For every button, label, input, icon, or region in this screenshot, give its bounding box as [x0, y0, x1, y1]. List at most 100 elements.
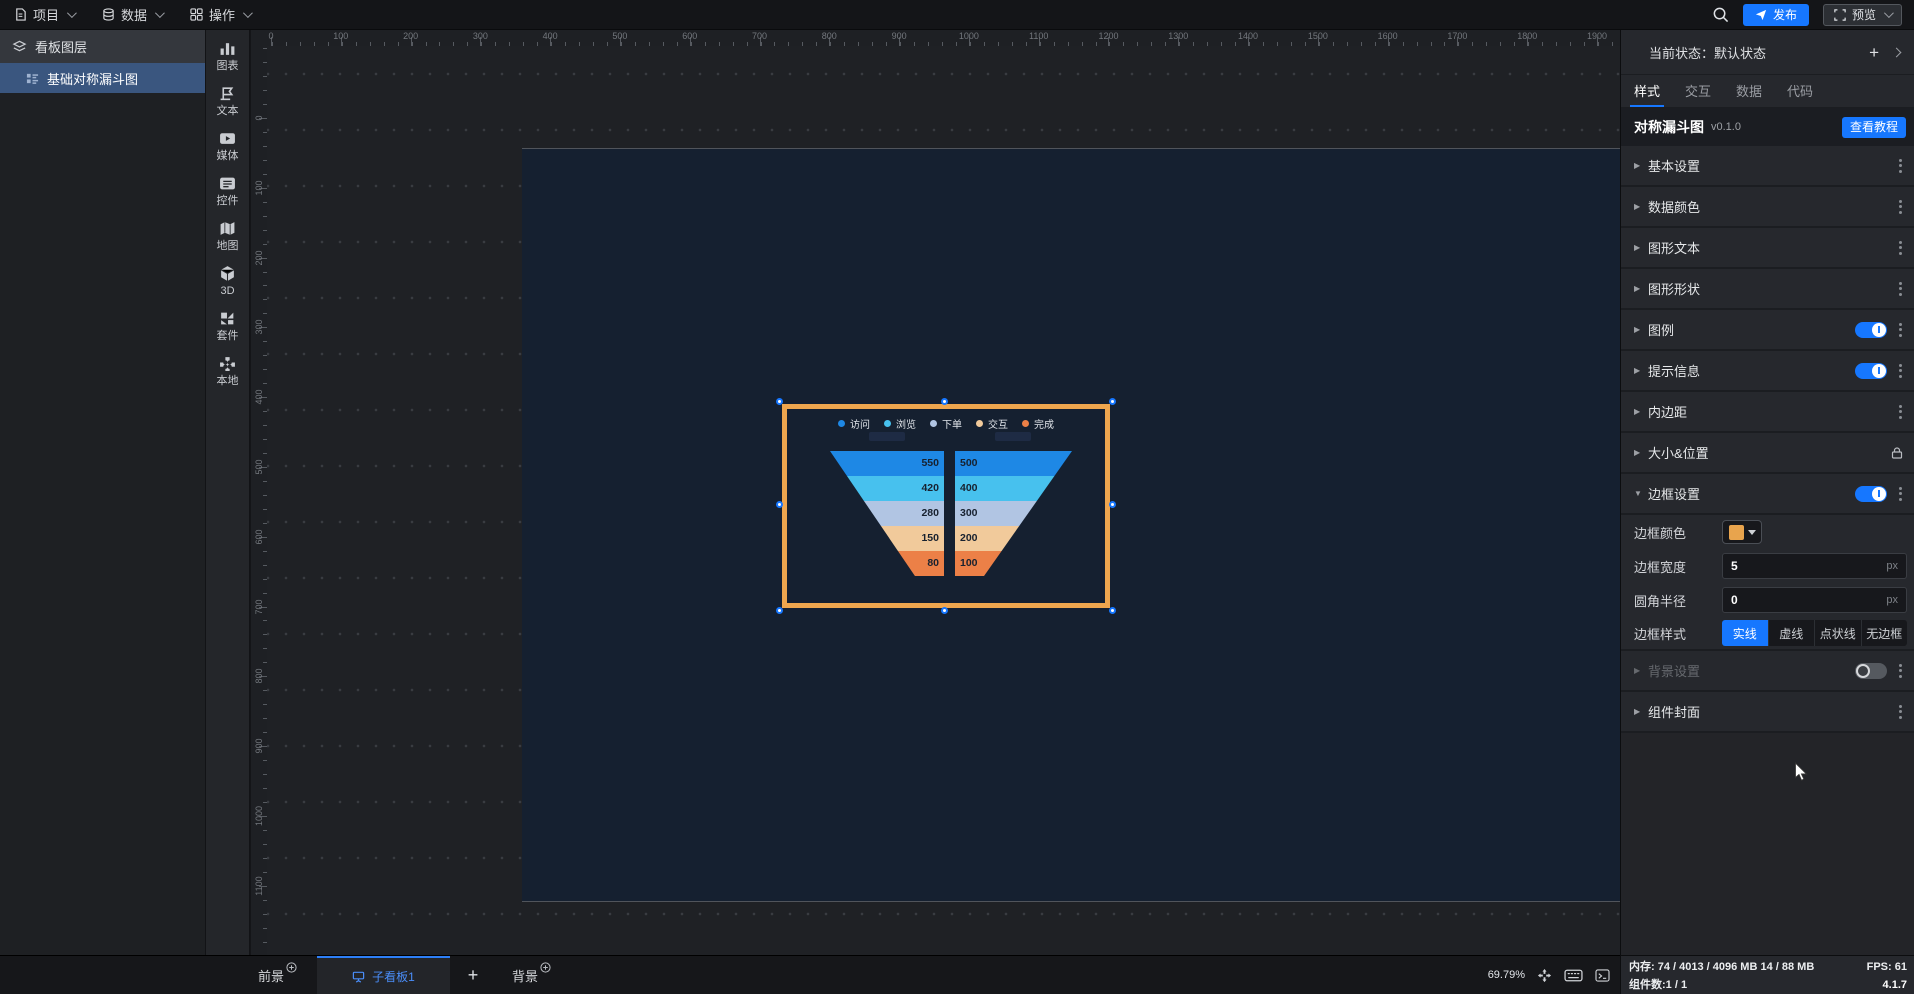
more-options-icon[interactable]	[1897, 239, 1904, 257]
tab-sub-board-1[interactable]: 子看板1	[317, 956, 451, 994]
fit-to-screen-icon[interactable]	[1537, 968, 1552, 983]
add-state-button[interactable]: +	[1869, 44, 1879, 61]
ruler-label: 500	[612, 31, 628, 41]
menu-数据[interactable]: 数据	[88, 0, 176, 30]
toggle-提示信息[interactable]	[1855, 362, 1887, 379]
add-board-button[interactable]: +	[460, 965, 486, 986]
tab-代码[interactable]: 代码	[1787, 81, 1813, 106]
console-icon[interactable]	[1595, 968, 1610, 982]
corner-radius-input[interactable]: 0 px	[1722, 587, 1907, 613]
toggle-背景设置[interactable]	[1855, 662, 1887, 679]
resize-handle-n[interactable]	[940, 398, 948, 405]
legend-item-浏览[interactable]: 浏览	[884, 416, 916, 431]
more-options-icon[interactable]	[1897, 403, 1904, 421]
resize-handle-e[interactable]	[1109, 500, 1116, 508]
toolbox-item-3D[interactable]: 3D	[205, 265, 250, 297]
border-width-input[interactable]: 5 px	[1722, 553, 1907, 579]
resize-handle-sw[interactable]	[776, 607, 783, 614]
section-图形文本[interactable]: ▶ 图形文本	[1621, 228, 1914, 269]
more-options-icon[interactable]	[1897, 485, 1904, 503]
resize-handle-ne[interactable]	[1109, 398, 1116, 405]
lock-icon[interactable]	[1890, 446, 1904, 460]
toolbox-item-文本[interactable]: 文本	[205, 85, 250, 117]
section-图例[interactable]: ▶ 图例	[1621, 310, 1914, 351]
toolbox-item-控件[interactable]: 控件	[205, 175, 250, 207]
preview-button[interactable]: 预览	[1822, 3, 1902, 26]
add-background-icon[interactable]	[540, 961, 551, 973]
border-style-点状线[interactable]: 点状线	[1815, 620, 1862, 646]
section-label: 背景设置	[1648, 664, 1701, 679]
section-图形形状[interactable]: ▶ 图形形状	[1621, 269, 1914, 310]
section-边框设置[interactable]: ▼ 边框设置	[1621, 474, 1914, 515]
ruler-tick	[263, 494, 267, 496]
toolbox-item-套件[interactable]: 套件	[205, 310, 250, 342]
toolbox-item-地图[interactable]: 地图	[205, 220, 250, 252]
section-大小&位置[interactable]: ▶ 大小&位置	[1621, 433, 1914, 474]
legend-item-完成[interactable]: 完成	[1022, 416, 1054, 431]
ruler-tick	[263, 941, 267, 943]
selected-funnel-component[interactable]: 访问 浏览 下单 交互 完成 550 420 280 150 80 500 400 300 200 10…	[776, 398, 1116, 614]
section-controls	[1890, 446, 1904, 460]
background-tab[interactable]: 背景	[512, 961, 551, 985]
border-style-虚线[interactable]: 虚线	[1769, 620, 1815, 646]
foreground-tab[interactable]: 前景	[258, 961, 297, 985]
ruler-tick	[1011, 42, 1013, 46]
more-options-icon[interactable]	[1897, 321, 1904, 339]
more-options-icon[interactable]	[1897, 198, 1904, 216]
border-style-实线[interactable]: 实线	[1722, 620, 1769, 646]
section-controls	[1855, 662, 1904, 680]
zoom-level[interactable]: 69.79%	[1488, 969, 1525, 981]
ruler-tick	[439, 42, 441, 46]
ruler-tick	[299, 42, 301, 46]
ruler-tick	[844, 42, 846, 46]
tab-样式[interactable]: 样式	[1629, 81, 1665, 107]
legend-item-下单[interactable]: 下单	[930, 416, 962, 431]
ruler-tick	[1514, 42, 1516, 46]
chevron-down-icon: ▼	[1634, 489, 1642, 498]
menu-项目[interactable]: 项目	[0, 0, 88, 30]
border-style-无边框[interactable]: 无边框	[1862, 620, 1908, 646]
add-foreground-icon[interactable]	[286, 961, 297, 973]
section-内边距[interactable]: ▶ 内边距	[1621, 392, 1914, 433]
ruler-tick	[495, 42, 497, 46]
toolbox-item-媒体[interactable]: 媒体	[205, 130, 250, 162]
resize-handle-w[interactable]	[776, 500, 783, 508]
ruler-tick	[263, 787, 267, 789]
toolbox-item-图表[interactable]: 图表	[205, 40, 250, 72]
ruler-tick	[397, 42, 399, 46]
resize-handle-nw[interactable]	[776, 398, 783, 405]
more-options-icon[interactable]	[1897, 157, 1904, 175]
publish-button[interactable]: 发布	[1742, 3, 1809, 26]
tab-数据[interactable]: 数据	[1736, 81, 1762, 106]
tutorial-button[interactable]: 查看教程	[1841, 116, 1906, 138]
resize-handle-s[interactable]	[940, 607, 948, 614]
toggle-边框设置[interactable]	[1855, 485, 1887, 502]
layer-item-funnel[interactable]: 基础对称漏斗图	[0, 63, 205, 93]
ruler-label: 100	[333, 31, 349, 41]
more-options-icon[interactable]	[1897, 362, 1904, 380]
more-options-icon[interactable]	[1897, 703, 1904, 721]
section-数据颜色[interactable]: ▶ 数据颜色	[1621, 187, 1914, 228]
menu-操作[interactable]: 操作	[176, 0, 264, 30]
more-options-icon[interactable]	[1897, 662, 1904, 680]
section-提示信息[interactable]: ▶ 提示信息	[1621, 351, 1914, 392]
search-icon[interactable]	[1712, 6, 1729, 23]
chevron-right-icon[interactable]	[1891, 47, 1902, 57]
more-options-icon[interactable]	[1897, 280, 1904, 298]
section-背景设置[interactable]: ▶ 背景设置	[1621, 651, 1914, 692]
border-color-picker[interactable]	[1722, 520, 1762, 544]
resize-handle-se[interactable]	[1109, 607, 1116, 614]
toggle-图例[interactable]	[1855, 321, 1887, 338]
legend-item-交互[interactable]: 交互	[976, 416, 1008, 431]
section-组件封面[interactable]: ▶ 组件封面	[1621, 692, 1914, 733]
ruler-tick	[1053, 42, 1055, 46]
keyboard-shortcuts-icon[interactable]	[1564, 969, 1583, 982]
ruler-tick	[983, 42, 985, 46]
ruler-tick	[263, 634, 267, 636]
toolbox-item-本地[interactable]: 本地	[205, 355, 250, 387]
legend-item-访问[interactable]: 访问	[838, 416, 870, 431]
ruler-label: 400	[542, 31, 558, 41]
tab-交互[interactable]: 交互	[1685, 81, 1711, 106]
menu-label: 操作	[209, 8, 236, 23]
section-基本设置[interactable]: ▶ 基本设置	[1621, 146, 1914, 187]
